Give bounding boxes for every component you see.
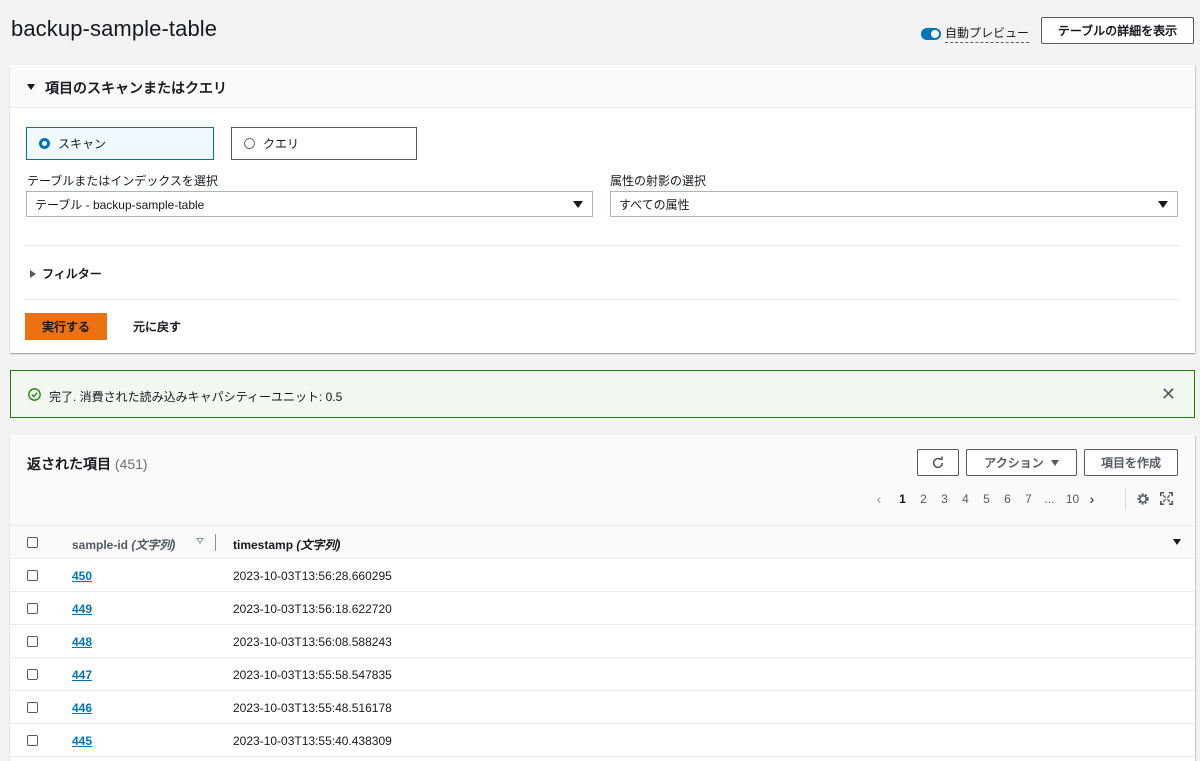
returned-items-panel: 返された項目 (451) アクション 項目を作成 ‹ 1 2 3 4 5 6 7… xyxy=(10,435,1195,761)
page-3[interactable]: 3 xyxy=(934,492,955,506)
toggle-switch-icon[interactable] xyxy=(921,27,941,40)
projection-select-label: 属性の射影の選択 xyxy=(610,174,707,188)
column-header-sample-id[interactable]: sample-id (文字列) xyxy=(72,536,175,553)
row-checkbox[interactable] xyxy=(27,702,38,713)
results-count: (451) xyxy=(114,456,148,472)
column-name: sample-id xyxy=(72,538,129,552)
scan-radio-card[interactable]: スキャン xyxy=(26,127,214,160)
chevron-right-icon[interactable]: › xyxy=(1085,491,1099,507)
divider xyxy=(1125,488,1126,510)
row-checkbox[interactable] xyxy=(27,570,38,581)
table-row: 449 2023-10-03T13:56:18.622720 xyxy=(10,592,1195,625)
refresh-button[interactable] xyxy=(917,449,959,476)
timestamp-cell: 2023-10-03T13:55:58.547835 xyxy=(233,668,392,682)
row-checkbox[interactable] xyxy=(27,636,38,647)
table-row: 448 2023-10-03T13:56:08.588243 xyxy=(10,625,1195,658)
projection-select-value: すべての属性 xyxy=(619,197,690,212)
table-select[interactable]: テーブル - backup-sample-table xyxy=(26,191,593,217)
timestamp-cell: 2023-10-03T13:56:28.660295 xyxy=(233,569,392,583)
item-link[interactable]: 449 xyxy=(72,602,92,616)
reset-button[interactable]: 元に戻す xyxy=(133,313,181,340)
row-checkbox[interactable] xyxy=(27,735,38,746)
table-row: 450 2023-10-03T13:56:28.660295 xyxy=(10,559,1195,592)
table-row: 447 2023-10-03T13:55:58.547835 xyxy=(10,658,1195,691)
column-type: (文字列) xyxy=(131,538,176,552)
query-radio-label: クエリ xyxy=(263,137,300,151)
timestamp-cell: 2023-10-03T13:55:40.438309 xyxy=(233,734,392,748)
item-link[interactable]: 448 xyxy=(72,635,92,649)
create-item-button[interactable]: 項目を作成 xyxy=(1084,449,1178,476)
column-resizer[interactable] xyxy=(215,534,216,551)
timestamp-cell: 2023-10-03T13:55:48.516178 xyxy=(233,701,392,715)
refresh-icon xyxy=(932,456,944,468)
item-link[interactable]: 450 xyxy=(72,569,92,583)
page-4[interactable]: 4 xyxy=(955,492,976,506)
filter-toggle[interactable]: フィルター xyxy=(30,265,102,282)
success-flashbar: 完了. 消費された読み込みキャパシティーユニット: 0.5 ✕ xyxy=(10,370,1195,418)
timestamp-cell: 2023-10-03T13:56:08.588243 xyxy=(233,635,392,649)
pagination: ‹ 1 2 3 4 5 6 7 ... 10 › xyxy=(872,491,1099,507)
results-title-text: 返された項目 xyxy=(27,456,111,472)
page-6[interactable]: 6 xyxy=(997,492,1018,506)
scan-panel-header[interactable]: 項目のスキャンまたはクエリ xyxy=(10,65,1195,108)
success-check-icon xyxy=(28,388,41,401)
radio-unselected-icon xyxy=(244,138,255,149)
page-2[interactable]: 2 xyxy=(913,492,934,506)
column-header-timestamp[interactable]: timestamp (文字列) xyxy=(233,536,340,553)
item-link[interactable]: 445 xyxy=(72,734,92,748)
caret-down-icon xyxy=(27,84,35,90)
caret-down-icon xyxy=(1050,459,1059,466)
sort-icon[interactable] xyxy=(196,538,204,544)
caret-right-icon xyxy=(30,269,36,278)
scan-radio-label: スキャン xyxy=(58,137,107,151)
caret-down-icon xyxy=(1158,201,1168,208)
table-header-row: sample-id (文字列) timestamp (文字列) xyxy=(10,526,1195,559)
top-bar: backup-sample-table 自動プレビュー テーブルの詳細を表示 xyxy=(0,0,1200,62)
view-table-details-button[interactable]: テーブルの詳細を表示 xyxy=(1041,17,1194,44)
page-title: backup-sample-table xyxy=(11,16,218,41)
settings-gear-icon[interactable] xyxy=(1136,492,1150,506)
filter-label: フィルター xyxy=(42,267,102,281)
timestamp-cell: 2023-10-03T13:56:18.622720 xyxy=(233,602,392,616)
page-10[interactable]: 10 xyxy=(1060,492,1085,506)
auto-preview-label: 自動プレビュー xyxy=(945,24,1030,43)
page-5[interactable]: 5 xyxy=(976,492,997,506)
caret-down-icon[interactable] xyxy=(1173,539,1181,545)
divider xyxy=(24,299,1180,300)
run-button[interactable]: 実行する xyxy=(25,313,107,340)
select-all-checkbox[interactable] xyxy=(27,537,38,548)
page-7[interactable]: 7 xyxy=(1018,492,1039,506)
query-radio-card[interactable]: クエリ xyxy=(231,127,417,160)
table-select-value: テーブル - backup-sample-table xyxy=(35,197,205,212)
fullscreen-icon[interactable] xyxy=(1160,492,1173,505)
column-name: timestamp xyxy=(233,538,294,552)
item-link[interactable]: 446 xyxy=(72,701,92,715)
projection-select[interactable]: すべての属性 xyxy=(610,191,1178,217)
row-checkbox[interactable] xyxy=(27,669,38,680)
caret-down-icon xyxy=(573,201,583,208)
results-title: 返された項目 (451) xyxy=(27,454,148,474)
scan-panel-title: 項目のスキャンまたはクエリ xyxy=(45,80,227,96)
close-icon[interactable]: ✕ xyxy=(1161,384,1176,404)
actions-dropdown-button[interactable]: アクション xyxy=(966,449,1077,476)
column-type: (文字列) xyxy=(296,538,341,552)
table-row: 445 2023-10-03T13:55:40.438309 xyxy=(10,724,1195,757)
table-row: 446 2023-10-03T13:55:48.516178 xyxy=(10,691,1195,724)
results-header: 返された項目 (451) アクション 項目を作成 ‹ 1 2 3 4 5 6 7… xyxy=(10,435,1195,526)
chevron-left-icon[interactable]: ‹ xyxy=(872,491,886,507)
table-select-label: テーブルまたはインデックスを選択 xyxy=(27,174,218,188)
auto-preview-toggle[interactable]: 自動プレビュー xyxy=(921,24,1030,43)
page-ellipsis: ... xyxy=(1044,492,1055,506)
divider xyxy=(24,245,1180,246)
row-checkbox[interactable] xyxy=(27,603,38,614)
actions-button-label: アクション xyxy=(984,456,1044,470)
item-link[interactable]: 447 xyxy=(72,668,92,682)
page-1[interactable]: 1 xyxy=(892,492,913,506)
flash-message: 完了. 消費された読み込みキャパシティーユニット: 0.5 xyxy=(49,390,343,404)
scan-query-panel: 項目のスキャンまたはクエリ スキャン クエリ テーブルまたはインデックスを選択 … xyxy=(10,65,1195,353)
radio-selected-icon xyxy=(39,138,50,149)
